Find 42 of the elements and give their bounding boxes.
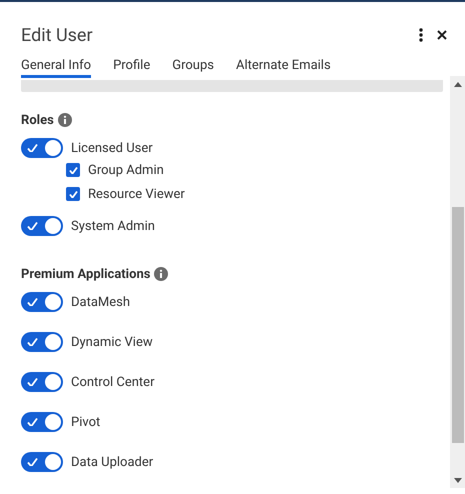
- email-field[interactable]: [21, 80, 443, 92]
- toggle-label: System Admin: [71, 218, 155, 234]
- scroll-down-icon[interactable]: [454, 478, 462, 482]
- tab[interactable]: Groups: [172, 58, 214, 78]
- more-icon[interactable]: [419, 28, 423, 42]
- check-icon: [27, 143, 38, 152]
- toggle-label: Dynamic View: [71, 334, 153, 350]
- toggle-switch[interactable]: [21, 412, 63, 432]
- toggle-label: Control Center: [71, 374, 154, 390]
- check-icon: [27, 297, 38, 306]
- checkbox[interactable]: [66, 163, 80, 177]
- scroll-up-icon[interactable]: [454, 82, 462, 86]
- dialog-title: Edit User: [21, 24, 94, 46]
- scrollbar[interactable]: [450, 76, 465, 488]
- toggle-switch[interactable]: [21, 216, 63, 236]
- tab[interactable]: Alternate Emails: [236, 58, 331, 78]
- checkbox[interactable]: [66, 187, 80, 201]
- checkbox-label: Resource Viewer: [88, 186, 185, 202]
- section-title: Roles: [21, 112, 54, 128]
- check-icon: [68, 190, 78, 198]
- toggle-label: Data Uploader: [71, 454, 154, 470]
- section-title: Premium Applications: [21, 266, 150, 282]
- check-icon: [27, 337, 38, 346]
- check-icon: [68, 166, 78, 174]
- toggle-label: Pivot: [71, 414, 100, 430]
- check-icon: [27, 221, 38, 230]
- scroll-thumb[interactable]: [452, 207, 464, 443]
- close-icon[interactable]: [437, 30, 447, 40]
- info-icon[interactable]: [154, 267, 168, 281]
- toggle-switch[interactable]: [21, 138, 63, 158]
- toggle-switch[interactable]: [21, 452, 63, 472]
- checkbox-label: Group Admin: [88, 162, 164, 178]
- toggle-switch[interactable]: [21, 332, 63, 352]
- check-icon: [27, 417, 38, 426]
- info-icon[interactable]: [58, 113, 72, 127]
- toggle-label: DataMesh: [71, 294, 130, 310]
- toggle-label: Licensed User: [71, 140, 153, 156]
- check-icon: [27, 377, 38, 386]
- toggle-switch[interactable]: [21, 372, 63, 392]
- toggle-switch[interactable]: [21, 292, 63, 312]
- tab[interactable]: Profile: [113, 58, 150, 78]
- check-icon: [27, 457, 38, 466]
